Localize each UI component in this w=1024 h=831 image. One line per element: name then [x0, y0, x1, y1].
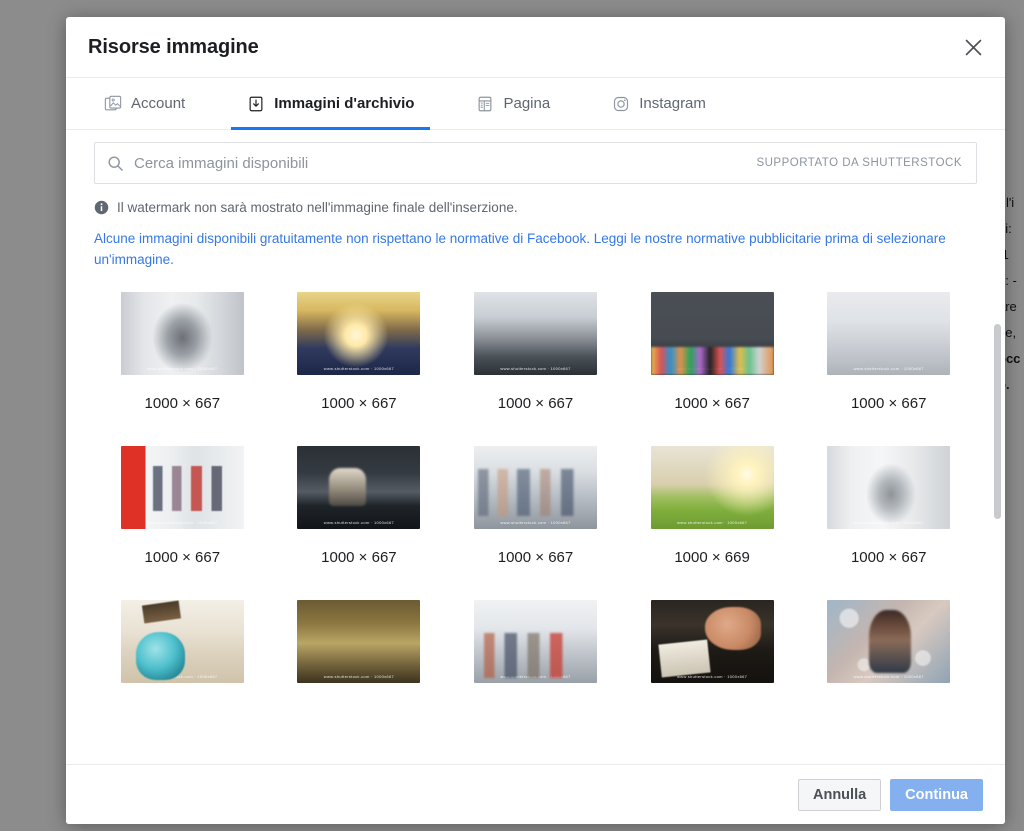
image-dimensions-label: 1000 × 667: [321, 395, 397, 412]
thumbnail-watermark: www.shutterstock.com · 1000x667: [323, 520, 394, 525]
image-result-cell[interactable]: www.shutterstock.com · 1000x667 1000 × 66…: [800, 292, 977, 446]
image-result-cell[interactable]: www.shutterstock.com · 1000x667 1000 × 66…: [94, 292, 271, 446]
instagram-icon: [612, 95, 630, 113]
image-result-cell[interactable]: www.shutterstock.com · 1000x667 1000 × 66…: [271, 292, 448, 446]
image-thumbnail[interactable]: www.shutterstock.com · 1000x667: [120, 600, 244, 683]
image-thumbnail[interactable]: www.shutterstock.com · 1000x667: [650, 600, 774, 683]
watermark-notice-text: Il watermark non sarà mostrato nell'imma…: [117, 200, 518, 215]
thumbnail-watermark: www.shutterstock.com · 1000x667: [853, 366, 924, 371]
close-icon[interactable]: [955, 29, 991, 65]
image-thumbnail[interactable]: www.shutterstock.com · 1000x667: [473, 446, 597, 529]
shutterstock-attribution: SUPPORTATO DA SHUTTERSTOCK: [756, 157, 962, 169]
watermark-notice: Il watermark non sarà mostrato nell'imma…: [94, 194, 977, 218]
tab-stock-images-label: Immagini d'archivio: [274, 95, 415, 112]
tab-stock-images[interactable]: Immagini d'archivio: [231, 78, 431, 130]
image-result-cell[interactable]: www.shutterstock.com · 1000x667 1000 × 66…: [447, 446, 624, 600]
search-icon: [107, 155, 124, 172]
image-result-cell[interactable]: www.shutterstock.com · 1000x667 1000 × 66…: [624, 446, 801, 600]
thumbnail-watermark: www.shutterstock.com · 1000x667: [676, 674, 748, 679]
image-thumbnail[interactable]: www.shutterstock.com · 1000x667: [120, 292, 244, 375]
page-root: r l'ini::1e: -arene,occo. Risorse immagi…: [0, 0, 1024, 831]
page-layout-icon: [476, 95, 494, 113]
thumbnail-watermark: www.shutterstock.com · 1000x667: [147, 366, 218, 371]
image-dimensions-label: 1000 × 667: [497, 395, 574, 412]
image-thumbnail[interactable]: www.shutterstock.com · 1000x667: [827, 292, 951, 375]
image-thumbnail[interactable]: www.shutterstock.com · 1000x667: [827, 446, 951, 529]
image-result-cell[interactable]: www.shutterstock.com · 1000x667 1000 × 66…: [94, 446, 271, 600]
thumbnail-watermark: www.shutterstock.com · 1000x667: [500, 520, 571, 525]
image-thumbnail[interactable]: www.shutterstock.com · 1000x667: [297, 446, 421, 529]
image-thumbnail[interactable]: www.shutterstock.com · 1000x667: [120, 446, 244, 529]
image-result-cell[interactable]: www.shutterstock.com · 1000x667: [800, 600, 977, 737]
policy-notice-link[interactable]: Alcune immagini disponibili gratuitament…: [94, 218, 949, 270]
image-dimensions-label: 1000 × 667: [497, 549, 574, 566]
image-dimensions-label: 1000 × 667: [321, 549, 397, 566]
photo-stack-icon: [104, 95, 122, 113]
scrollbar[interactable]: [993, 274, 1001, 764]
image-dimensions-label: 1000 × 669: [674, 549, 750, 566]
tab-instagram-label: Instagram: [639, 95, 706, 112]
thumbnail-watermark: www.shutterstock.com · 1000x667: [323, 674, 394, 679]
image-results-scroll-area[interactable]: www.shutterstock.com · 1000x667 1000 × 66…: [66, 274, 1005, 764]
download-image-icon: [247, 95, 265, 113]
thumbnail-watermark: www.shutterstock.com · 1000x667: [147, 674, 218, 679]
image-dimensions-label: 1000 × 667: [674, 395, 750, 412]
tab-page[interactable]: Pagina: [460, 78, 566, 129]
image-grid: www.shutterstock.com · 1000x667 1000 × 66…: [94, 292, 977, 737]
image-assets-dialog: Risorse immagine Account Immagini d'arch…: [66, 17, 1005, 824]
search-box[interactable]: SUPPORTATO DA SHUTTERSTOCK: [94, 142, 977, 184]
image-result-cell[interactable]: www.shutterstock.com · 1000x667 1000 × 66…: [800, 446, 977, 600]
search-section: SUPPORTATO DA SHUTTERSTOCK: [66, 130, 1005, 194]
thumbnail-watermark: www.shutterstock.com · 1000x667: [853, 520, 924, 525]
image-thumbnail[interactable]: www.shutterstock.com · 1000x667: [473, 600, 597, 683]
image-dimensions-label: 1000 × 667: [850, 549, 927, 566]
tab-account[interactable]: Account: [88, 78, 201, 129]
thumbnail-watermark: www.shutterstock.com · 1000x667: [676, 520, 748, 525]
image-thumbnail[interactable]: www.shutterstock.com · 1000x667: [650, 292, 774, 375]
image-thumbnail[interactable]: www.shutterstock.com · 1000x667: [297, 600, 421, 683]
tab-instagram[interactable]: Instagram: [596, 78, 722, 129]
image-result-cell[interactable]: www.shutterstock.com · 1000x667: [624, 600, 801, 737]
image-dimensions-label: 1000 × 667: [850, 395, 927, 412]
dialog-footer: Annulla Continua: [66, 764, 1005, 824]
image-thumbnail[interactable]: www.shutterstock.com · 1000x667: [827, 600, 951, 683]
scrollbar-thumb[interactable]: [994, 324, 1001, 519]
info-icon: [94, 200, 109, 215]
image-result-cell[interactable]: www.shutterstock.com · 1000x667: [447, 600, 624, 737]
tab-page-label: Pagina: [503, 95, 551, 112]
cancel-button[interactable]: Annulla: [798, 778, 882, 811]
image-dimensions-label: 1000 × 667: [144, 395, 221, 412]
thumbnail-watermark: www.shutterstock.com · 1000x667: [676, 366, 748, 371]
thumbnail-watermark: www.shutterstock.com · 1000x667: [500, 674, 571, 679]
thumbnail-watermark: www.shutterstock.com · 1000x667: [853, 674, 924, 679]
image-result-cell[interactable]: www.shutterstock.com · 1000x667 1000 × 66…: [447, 292, 624, 446]
image-thumbnail[interactable]: www.shutterstock.com · 1000x667: [473, 292, 597, 375]
tab-bar: Account Immagini d'archivio Pagina Insta…: [66, 78, 1005, 130]
thumbnail-watermark: www.shutterstock.com · 1000x667: [500, 366, 571, 371]
image-result-cell[interactable]: www.shutterstock.com · 1000x667: [94, 600, 271, 737]
tab-account-label: Account: [131, 95, 186, 112]
image-result-cell[interactable]: www.shutterstock.com · 1000x667 1000 × 66…: [624, 292, 801, 446]
image-thumbnail[interactable]: www.shutterstock.com · 1000x667: [650, 446, 774, 529]
page-title: Risorse immagine: [88, 35, 259, 58]
image-thumbnail[interactable]: www.shutterstock.com · 1000x667: [297, 292, 421, 375]
notices-section: Il watermark non sarà mostrato nell'imma…: [66, 194, 1005, 274]
thumbnail-watermark: www.shutterstock.com · 1000x667: [147, 520, 218, 525]
continue-button[interactable]: Continua: [890, 778, 983, 811]
thumbnail-watermark: www.shutterstock.com · 1000x667: [323, 366, 394, 371]
search-input[interactable]: [132, 153, 747, 173]
image-result-cell[interactable]: www.shutterstock.com · 1000x667 1000 × 66…: [271, 446, 448, 600]
image-dimensions-label: 1000 × 667: [144, 549, 221, 566]
dialog-header: Risorse immagine: [66, 17, 1005, 78]
image-result-cell[interactable]: www.shutterstock.com · 1000x667: [271, 600, 448, 737]
